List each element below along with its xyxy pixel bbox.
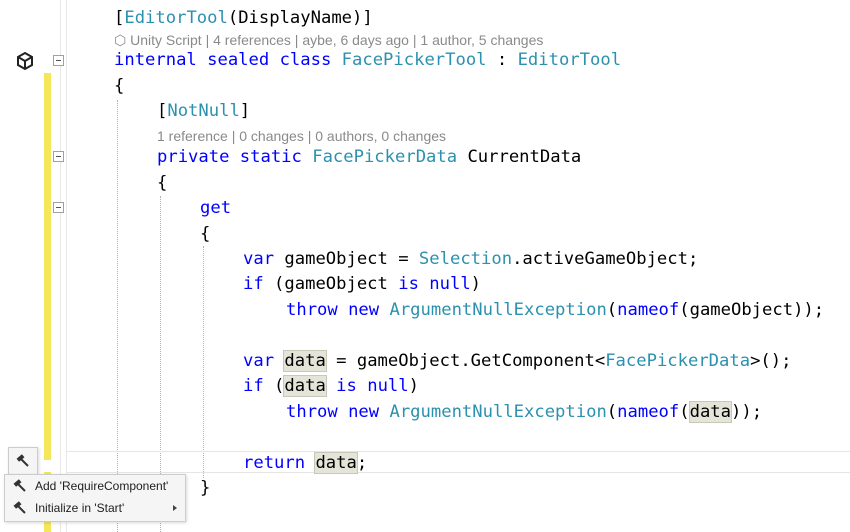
collapse-toggle[interactable] <box>53 55 64 66</box>
change-marker <box>44 73 51 460</box>
type-name: ArgumentNullException <box>389 300 607 320</box>
hammer-icon <box>13 479 26 492</box>
highlighted-reference[interactable]: data <box>283 350 327 372</box>
current-line-highlight <box>66 451 850 473</box>
brace: { <box>114 76 125 96</box>
brace: { <box>200 224 211 244</box>
hammer-icon <box>16 454 29 467</box>
codelens[interactable]: 1 reference | 0 changes | 0 authors, 0 c… <box>157 127 446 145</box>
keyword: is null <box>398 274 471 294</box>
highlighted-reference[interactable]: data <box>314 452 358 474</box>
code-text: >(); <box>750 351 792 371</box>
code-text: ( <box>263 376 285 396</box>
code-line: if (data is null) <box>243 375 419 397</box>
code-line: internal sealed class FacePickerTool : E… <box>114 50 621 70</box>
submenu-arrow-icon <box>173 505 177 511</box>
code-text: )); <box>731 402 763 422</box>
code-line: throw new ArgumentNullException(nameof(g… <box>286 300 824 320</box>
keyword: internal sealed class <box>114 50 342 70</box>
collapse-toggle[interactable] <box>53 151 64 162</box>
code-text: (gameObject <box>263 274 399 294</box>
type-name: FacePickerData <box>605 351 751 371</box>
code-text: ; <box>356 453 368 473</box>
codelens-text[interactable]: ⬡ Unity Script | 4 references | aybe, 6 … <box>114 32 543 48</box>
code-editor[interactable]: [EditorTool(DisplayName)] ⬡ Unity Script… <box>0 0 850 532</box>
base-type: EditorTool <box>517 50 622 70</box>
brace: } <box>200 478 211 498</box>
codelens[interactable]: ⬡ Unity Script | 4 references | aybe, 6 … <box>114 31 543 49</box>
code-line: [NotNull] <box>157 101 251 121</box>
keyword: nameof <box>617 300 680 320</box>
keyword: var <box>243 351 275 371</box>
code-text: gameObject = <box>274 249 419 269</box>
highlighted-reference[interactable]: data <box>688 401 733 423</box>
type-name: Selection <box>418 249 513 269</box>
keyword: var <box>243 249 275 269</box>
keyword: is null <box>336 376 409 396</box>
codelens-text[interactable]: 1 reference | 0 changes | 0 authors, 0 c… <box>157 128 446 144</box>
menu-item-initialize-in-start[interactable]: Initialize in 'Start' <box>5 497 185 519</box>
attribute-name: NotNull <box>167 101 240 121</box>
type-name: FacePickerData <box>312 147 458 167</box>
code-text: ( <box>606 300 618 320</box>
keyword: throw new <box>286 402 390 422</box>
menu-item-label: Add 'RequireComponent' <box>35 479 169 493</box>
code-line: private static FacePickerData CurrentDat… <box>157 147 581 167</box>
code-text: .activeGameObject; <box>512 249 699 269</box>
menu-item-add-requirecomponent[interactable]: Add 'RequireComponent' <box>5 475 185 497</box>
code-line: var gameObject = Selection.activeGameObj… <box>243 249 698 269</box>
code-line: return data; <box>243 452 368 474</box>
keyword: private static <box>157 147 313 167</box>
code-line: throw new ArgumentNullException(nameof(d… <box>286 401 763 423</box>
code-line: var data = gameObject.GetComponent<FaceP… <box>243 350 792 372</box>
code-text: ( <box>679 402 690 422</box>
keyword: if <box>243 376 264 396</box>
keyword: get <box>200 198 232 218</box>
code-line: } <box>200 478 210 498</box>
code-line: { <box>157 173 167 193</box>
keyword: nameof <box>617 402 680 422</box>
code-line: [EditorTool(DisplayName)] <box>114 8 373 28</box>
quick-actions-button[interactable] <box>8 447 38 475</box>
menu-item-label: Initialize in 'Start' <box>35 501 125 515</box>
highlighted-reference[interactable]: data <box>283 375 327 397</box>
code-text: : <box>486 50 518 70</box>
code-text: ) <box>470 274 482 294</box>
indent-guide <box>203 246 204 478</box>
unity-icon <box>17 51 33 71</box>
quick-actions-menu: Add 'RequireComponent' Initialize in 'St… <box>4 474 186 522</box>
hammer-icon <box>13 501 26 514</box>
brace: { <box>157 173 168 193</box>
class-name: FacePickerTool <box>341 50 487 70</box>
keyword: return <box>243 453 306 473</box>
code-text: (gameObject)); <box>679 300 825 320</box>
code-text: (DisplayName)] <box>227 8 373 28</box>
keyword: throw new <box>286 300 390 320</box>
attribute-name: EditorTool <box>124 8 228 28</box>
collapse-toggle[interactable] <box>53 202 64 213</box>
gutter-separator <box>60 0 61 532</box>
code-text: ( <box>606 402 618 422</box>
code-line: if (gameObject is null) <box>243 274 481 294</box>
type-name: ArgumentNullException <box>389 402 607 422</box>
code-text: ) <box>408 376 419 396</box>
code-line: { <box>114 76 124 96</box>
code-text: = gameObject.GetComponent< <box>325 351 606 371</box>
code-line: get <box>200 198 231 218</box>
keyword: if <box>243 274 264 294</box>
code-text: CurrentData <box>457 147 582 167</box>
code-line: { <box>200 224 210 244</box>
